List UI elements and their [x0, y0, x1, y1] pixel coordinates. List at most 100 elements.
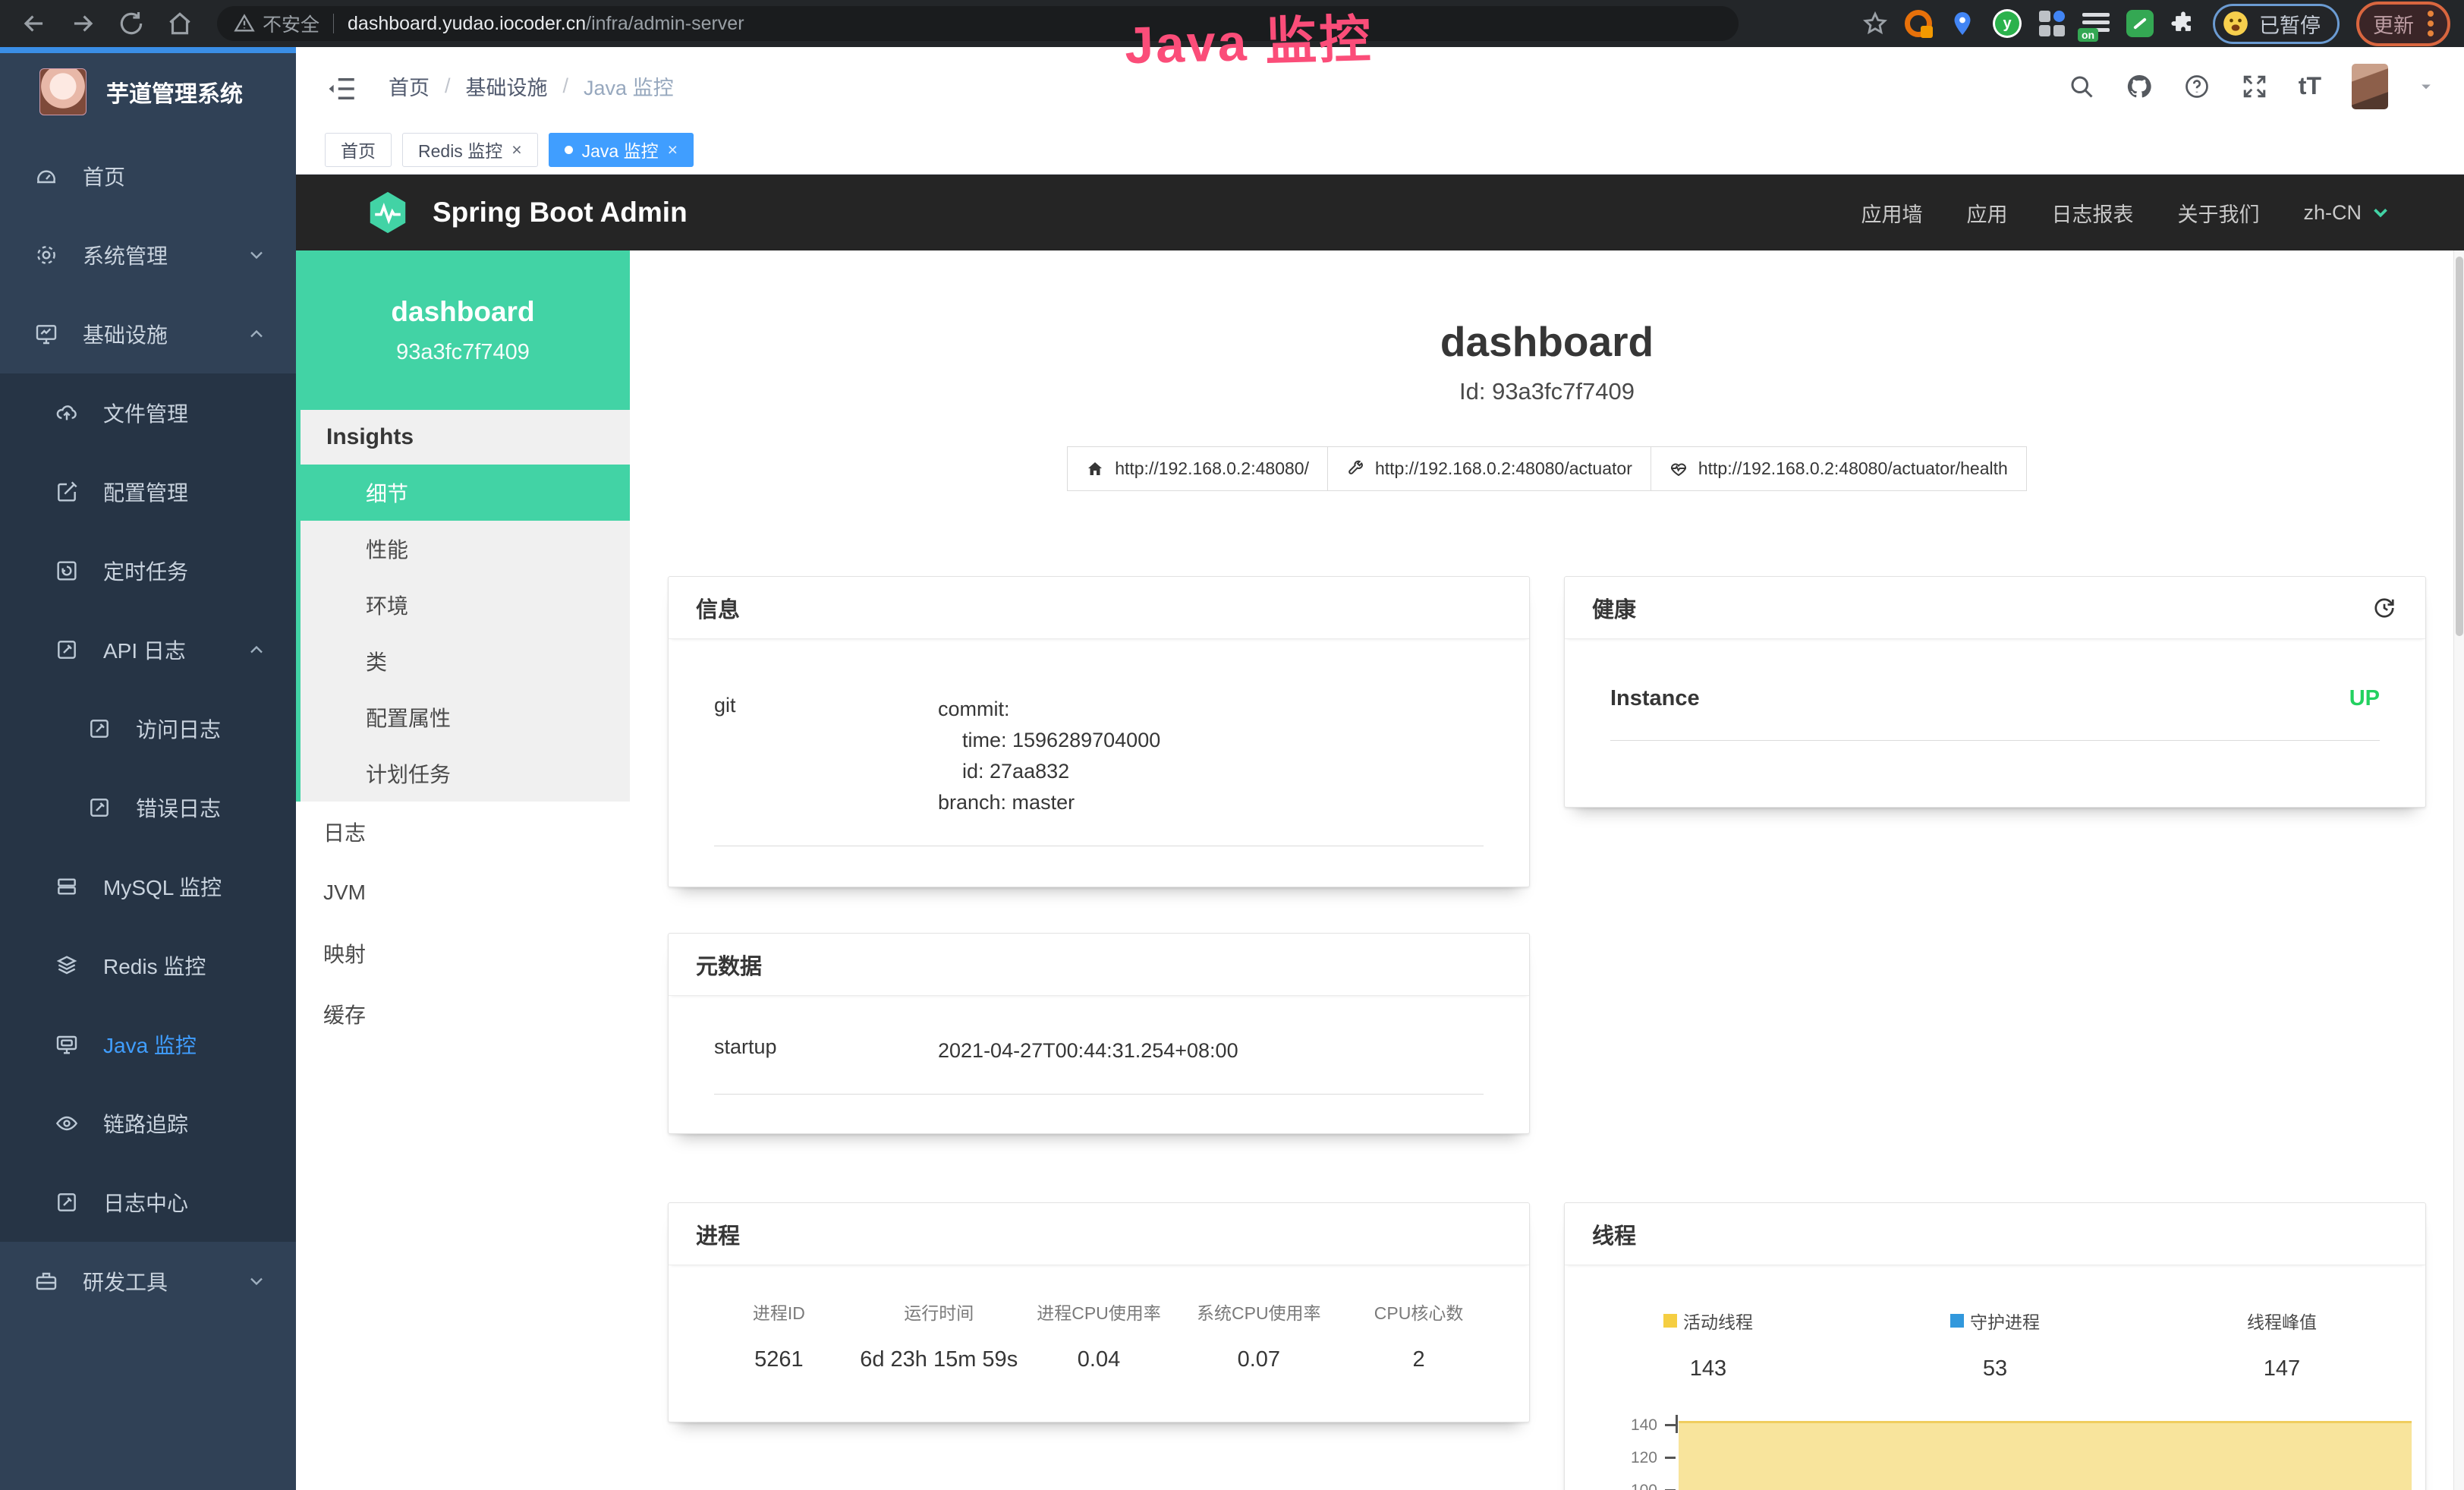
sidebar-item-access-logs[interactable]: 访问日志 — [0, 689, 296, 768]
bookmark-star-icon[interactable] — [1862, 11, 1888, 36]
sba-header: Spring Boot Admin 应用墙 应用 日志报表 关于我们 zh-CN — [296, 175, 2464, 250]
process-card: 进程 进程ID 运行时间 进程CPU使用率 系统CPU使用率 CPU核心数 — [668, 1202, 1530, 1422]
menu-item-environment[interactable]: 环境 — [301, 577, 630, 633]
sba-brand[interactable]: Spring Boot Admin — [433, 197, 688, 228]
extension-icon-tabs[interactable]: on — [2082, 10, 2110, 37]
status-badge: UP — [2349, 686, 2380, 711]
spring-boot-admin-logo-icon — [364, 189, 411, 236]
browser-menu-icon[interactable] — [2428, 11, 2434, 36]
sidebar-item-log-center[interactable]: 日志中心 — [0, 1163, 296, 1242]
sidebar-item-java-monitor[interactable]: Java 监控 — [0, 1005, 296, 1084]
menu-item-classes[interactable]: 类 — [301, 633, 630, 689]
sidebar-item-config-mgmt[interactable]: 配置管理 — [0, 452, 296, 531]
health-instance-row: Instance UP — [1610, 686, 2380, 741]
sidebar-collapse-icon[interactable] — [326, 73, 358, 100]
threads-card-title: 线程 — [1592, 1218, 1636, 1250]
close-icon[interactable]: × — [511, 141, 521, 159]
extensions-puzzle-icon[interactable] — [2170, 11, 2196, 36]
sba-locale-select[interactable]: zh-CN — [2303, 201, 2392, 225]
github-icon[interactable] — [2126, 73, 2153, 100]
sidebar-item-scheduled-jobs[interactable]: 定时任务 — [0, 531, 296, 610]
health-key: Instance — [1610, 686, 1700, 711]
tag-tab-bar: 首页 Redis 监控 × Java 监控 × — [296, 125, 2464, 175]
insights-group-label: Insights — [301, 410, 630, 465]
menu-item-config-props[interactable]: 配置属性 — [301, 689, 630, 745]
menu-item-logs[interactable]: 日志 — [296, 802, 630, 862]
live-threads-area — [1679, 1421, 2412, 1490]
home-icon — [1086, 460, 1104, 478]
sidebar-item-file-mgmt[interactable]: 文件管理 — [0, 373, 296, 452]
breadcrumb-home[interactable]: 首页 — [389, 71, 430, 101]
help-icon[interactable] — [2183, 73, 2211, 100]
sidebar-item-api-logs[interactable]: API 日志 — [0, 610, 296, 689]
sidebar-item-redis-monitor[interactable]: Redis 监控 — [0, 926, 296, 1005]
sidebar-item-infrastructure[interactable]: 基础设施 — [0, 295, 296, 373]
live-threads-swatch — [1663, 1314, 1677, 1328]
profile-paused-badge[interactable]: 已暂停 — [2213, 4, 2340, 44]
chevron-up-icon — [246, 639, 267, 660]
vertical-scrollbar[interactable] — [2453, 250, 2464, 1490]
extension-icon-green[interactable] — [2126, 10, 2154, 37]
annotation-java-monitor: Java 监控 — [1124, 0, 1374, 78]
process-cpu: 0.04 — [1019, 1347, 1179, 1372]
browser-reload-button[interactable] — [117, 9, 146, 38]
edit-square-icon — [55, 480, 79, 504]
sidebar-item-tracing[interactable]: 链路追踪 — [0, 1084, 296, 1163]
sba-nav-about[interactable]: 关于我们 — [2177, 198, 2259, 228]
security-label: 不安全 — [263, 10, 319, 37]
layers-icon — [55, 953, 79, 978]
tab-redis-monitor[interactable]: Redis 监控 × — [402, 133, 538, 167]
history-icon[interactable] — [2371, 594, 2398, 622]
sidebar-item-dev-tools[interactable]: 研发工具 — [0, 1242, 296, 1321]
menu-item-scheduled-tasks[interactable]: 计划任务 — [301, 745, 630, 802]
sba-nav-applications[interactable]: 应用 — [1966, 198, 2007, 228]
eye-icon — [55, 1111, 79, 1136]
font-size-icon[interactable]: tT — [2299, 72, 2321, 100]
monitor-chart-icon — [34, 322, 58, 346]
user-avatar[interactable] — [2352, 64, 2388, 109]
address-bar[interactable]: 不安全 dashboard.yudao.iocoder.cn /infra/ad… — [217, 6, 1739, 41]
heart-pulse-icon — [1669, 460, 1688, 478]
browser-forward-button[interactable] — [68, 9, 97, 38]
avatar-caret-icon[interactable] — [2418, 79, 2434, 94]
extension-icon-grid[interactable] — [2038, 10, 2066, 37]
extension-icon-pin[interactable] — [1949, 10, 1976, 37]
health-url-link[interactable]: http://192.168.0.2:48080/actuator/health — [1651, 446, 2027, 491]
gear-icon — [34, 243, 58, 267]
search-icon[interactable] — [2068, 73, 2095, 100]
browser-back-button[interactable] — [20, 9, 49, 38]
avatar-emoji-icon — [2221, 9, 2250, 38]
fullscreen-icon[interactable] — [2241, 73, 2268, 100]
actuator-url-link[interactable]: http://192.168.0.2:48080/actuator — [1328, 446, 1651, 491]
menu-item-details[interactable]: 细节 — [296, 465, 630, 521]
menu-item-jvm[interactable]: JVM — [296, 862, 630, 923]
scrollbar-thumb[interactable] — [2456, 257, 2463, 636]
threads-area-chart: 140 120 100 — [1565, 1415, 2425, 1490]
tab-java-monitor[interactable]: Java 监控 × — [549, 133, 694, 167]
sidebar-item-home[interactable]: 首页 — [0, 137, 296, 216]
breadcrumb-infrastructure[interactable]: 基础设施 — [466, 71, 548, 101]
sidebar-item-system-mgmt[interactable]: 系统管理 — [0, 216, 296, 295]
app-logo[interactable]: 芋道管理系统 — [0, 47, 296, 137]
menu-item-metrics[interactable]: 性能 — [301, 521, 630, 577]
sba-nav-wallboard[interactable]: 应用墙 — [1861, 198, 1922, 228]
extension-icon-orange[interactable] — [1905, 10, 1932, 37]
process-card-title: 进程 — [696, 1218, 740, 1250]
sba-nav-journal[interactable]: 日志报表 — [2051, 198, 2133, 228]
service-url-link[interactable]: http://192.168.0.2:48080/ — [1067, 446, 1328, 491]
git-branch-line: branch: master — [938, 787, 1160, 818]
git-commit-line: commit: — [938, 694, 1160, 725]
peak-threads-value: 147 — [2264, 1356, 2300, 1381]
ytick-140: 140 — [1565, 1416, 1657, 1435]
sidebar-item-error-logs[interactable]: 错误日志 — [0, 768, 296, 847]
menu-item-mappings[interactable]: 映射 — [296, 923, 630, 984]
extension-icon-y[interactable]: y — [1993, 9, 2022, 38]
sidebar-item-mysql-monitor[interactable]: MySQL 监控 — [0, 847, 296, 926]
menu-item-caches[interactable]: 缓存 — [296, 984, 630, 1044]
log-edit-icon — [55, 638, 79, 662]
close-icon[interactable]: × — [668, 141, 678, 159]
tab-home[interactable]: 首页 — [325, 133, 392, 167]
browser-home-button[interactable] — [165, 9, 194, 38]
instance-header[interactable]: dashboard 93a3fc7f7409 — [296, 250, 630, 410]
browser-update-button[interactable]: 更新 — [2356, 2, 2450, 46]
